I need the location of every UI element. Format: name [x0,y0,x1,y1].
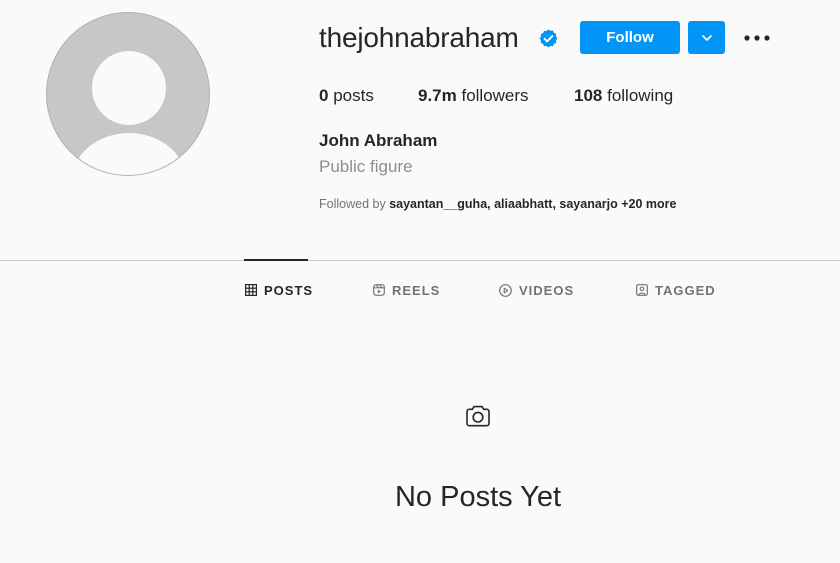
profile-page: thejohnabraham Follow 0 posts 9.7m follo… [0,0,840,563]
grid-icon [245,284,257,296]
profile-category: Public figure [319,157,413,176]
more-options-button[interactable] [742,26,772,50]
verified-badge-icon [539,29,558,48]
profile-username: thejohnabraham [319,22,519,53]
followed-by-more: +20 more [617,197,677,211]
tab-tagged-label: TAGGED [655,282,716,298]
followed-by-prefix: Followed by [319,197,390,211]
profile-full-name: John Abraham [319,131,438,150]
tab-videos[interactable]: VIDEOS [499,282,574,298]
more-dots-icon [744,35,770,41]
empty-state-text: No Posts Yet [394,481,562,513]
suggested-accounts-dropdown-button[interactable] [688,21,725,54]
tab-posts[interactable]: POSTS [245,282,313,298]
active-tab-indicator [244,259,308,261]
reels-icon [373,284,385,296]
avatar-body-shape [71,133,187,175]
tab-posts-label: POSTS [264,282,314,298]
chevron-down-icon [701,34,712,41]
followed-by-text[interactable]: Followed by sayantan__guha, aliaabhatt, … [319,197,676,211]
stat-posts: 0 posts [319,86,374,105]
tabs-divider [0,260,840,261]
stat-followers[interactable]: 9.7m followers [418,86,529,106]
tagged-icon [636,284,648,296]
avatar-head-shape [92,51,166,125]
stat-following[interactable]: 108 following [574,86,673,106]
follow-button[interactable]: Follow [580,21,680,54]
tab-tagged[interactable]: TAGGED [636,282,716,298]
tab-reels[interactable]: REELS [373,282,440,298]
play-circle-icon [499,283,512,297]
tab-reels-label: REELS [392,282,441,298]
camera-icon [466,405,490,427]
tab-videos-label: VIDEOS [519,282,575,298]
profile-avatar[interactable] [46,12,210,176]
followed-by-names: sayantan__guha, aliaabhatt, sayanarjo [389,197,618,211]
